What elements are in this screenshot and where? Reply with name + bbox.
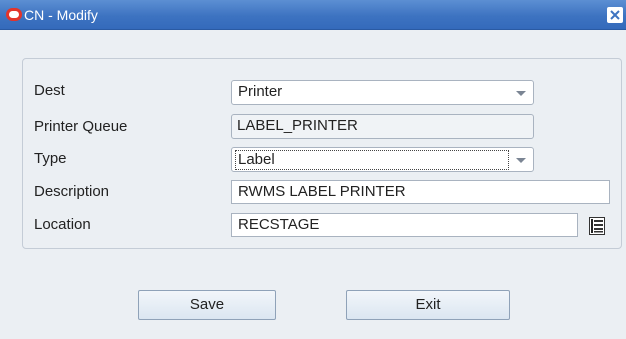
description-input[interactable]: RWMS LABEL PRINTER xyxy=(231,180,610,204)
description-label: Description xyxy=(34,183,110,200)
close-button[interactable] xyxy=(607,7,623,23)
location-lov-button[interactable] xyxy=(585,214,609,238)
dest-value: Printer xyxy=(238,83,283,100)
dest-select[interactable]: Printer xyxy=(231,80,534,105)
exit-button[interactable]: Exit xyxy=(346,290,510,320)
printer-queue-label: Printer Queue xyxy=(34,118,128,135)
oracle-ring-icon xyxy=(6,8,22,21)
chevron-down-icon[interactable] xyxy=(516,158,526,163)
location-value: RECSTAGE xyxy=(238,216,320,233)
description-value: RWMS LABEL PRINTER xyxy=(238,183,406,200)
type-select[interactable]: Label xyxy=(231,147,534,172)
modify-dialog: CN - Modify Dest Printer Printer Queue L… xyxy=(0,0,626,339)
close-icon xyxy=(610,10,620,20)
location-label: Location xyxy=(34,216,91,233)
type-label: Type xyxy=(34,150,67,167)
window-title: CN - Modify xyxy=(24,7,98,23)
chevron-down-icon[interactable] xyxy=(516,91,526,96)
list-of-values-icon xyxy=(589,217,605,235)
title-bar[interactable]: CN - Modify xyxy=(0,0,626,30)
printer-queue-value: LABEL_PRINTER xyxy=(237,117,358,134)
type-value: Label xyxy=(235,150,509,170)
save-button[interactable]: Save xyxy=(138,290,276,320)
location-input[interactable]: RECSTAGE xyxy=(231,213,578,237)
dest-label: Dest xyxy=(34,82,65,99)
printer-queue-field: LABEL_PRINTER xyxy=(231,114,534,139)
